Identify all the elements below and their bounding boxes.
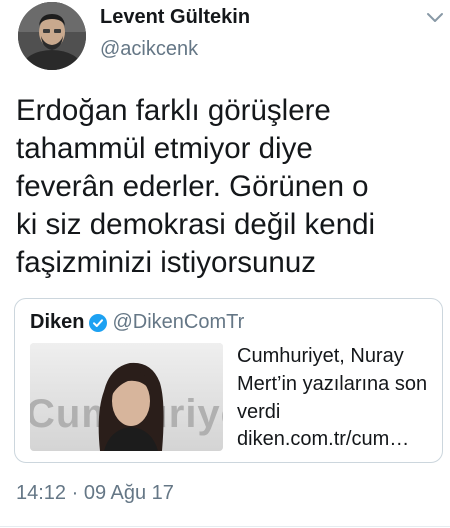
avatar[interactable] — [18, 2, 86, 70]
divider — [0, 526, 450, 527]
avatar-photo — [18, 2, 86, 70]
user-handle[interactable]: @acikcenk — [100, 38, 198, 61]
card-url[interactable]: diken.com.tr/cum… — [237, 426, 409, 452]
chevron-down-icon[interactable] — [426, 10, 444, 24]
card-author: Diken @DikenComTr — [30, 311, 244, 334]
quoted-tweet-card[interactable]: Diken @DikenComTr Cumhuriyet, Nuray Mert… — [14, 298, 443, 463]
tweet-text: Erdoğan farklı görüşlere tahammül etmiyo… — [16, 94, 376, 279]
tweet: Levent Gültekin @acikcenk Erdoğan farklı… — [0, 0, 450, 528]
verified-badge-icon — [89, 313, 108, 332]
tweet-timestamp[interactable]: 14:12 · 09 Ağu 17 — [16, 482, 174, 505]
card-thumbnail: Cumhuriyet — [30, 343, 223, 451]
card-title[interactable]: Cumhuriyet, Nuray Mert’in yazılarına son… — [237, 342, 437, 426]
display-name[interactable]: Levent Gültekin — [100, 6, 250, 29]
card-author-handle: @DikenComTr — [112, 311, 245, 333]
card-author-name: Diken — [30, 311, 85, 333]
